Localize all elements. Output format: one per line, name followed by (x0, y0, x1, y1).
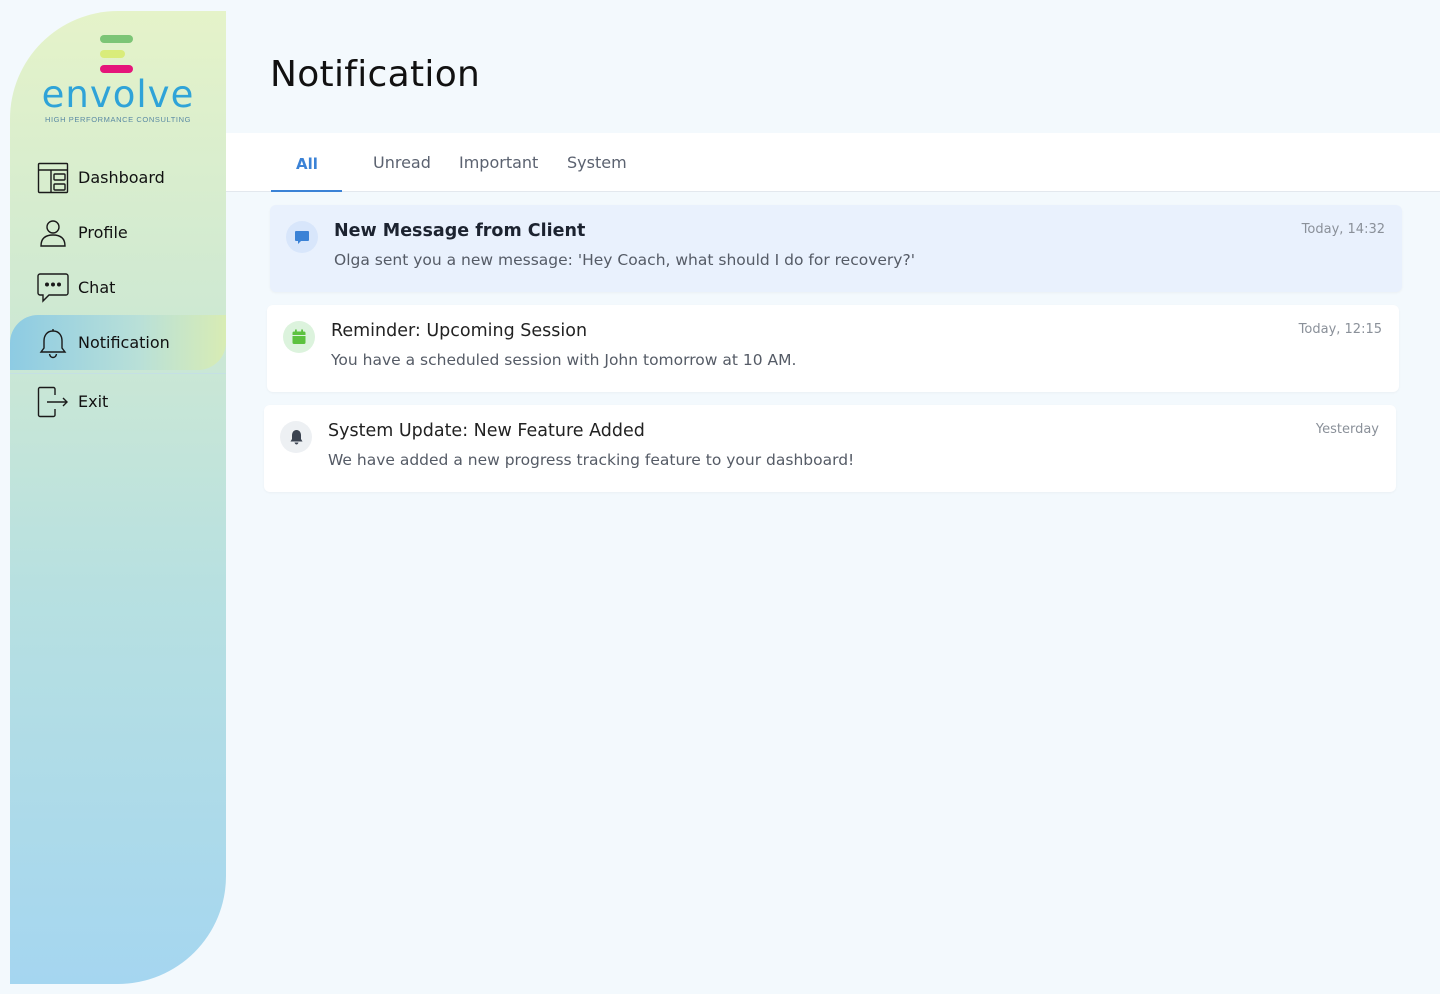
notification-message: We have added a new progress tracking fe… (328, 451, 855, 469)
sidebar-item-profile[interactable]: Profile (10, 205, 226, 260)
sidebar-item-label: Profile (78, 223, 128, 242)
sidebar-item-label: Dashboard (78, 168, 165, 187)
app-root: envolve HIGH PERFORMANCE CONSULTING Dash… (0, 0, 1440, 994)
notification-title: New Message from Client (334, 221, 586, 241)
logo-mark-icon (100, 33, 136, 73)
sidebar-nav: Dashboard Profile Chat Notification Exit (10, 150, 226, 429)
active-tab-indicator (271, 190, 342, 192)
notification-title: System Update: New Feature Added (328, 421, 645, 441)
page-title: Notification (270, 54, 481, 95)
logout-icon (36, 385, 70, 419)
notification-card[interactable]: Reminder: Upcoming Session You have a sc… (267, 305, 1399, 392)
sidebar-item-label: Exit (78, 392, 109, 411)
brand-logo[interactable]: envolve HIGH PERFORMANCE CONSULTING (10, 33, 226, 124)
sidebar-item-label: Chat (78, 278, 116, 297)
chat-bubble-icon (36, 271, 70, 305)
brand-tagline: HIGH PERFORMANCE CONSULTING (44, 115, 192, 124)
sidebar-item-notification[interactable]: Notification (10, 315, 226, 370)
brand-name: envolve (41, 73, 195, 116)
tab-bar: All Unread Important System (226, 133, 1440, 192)
tab-important[interactable]: Important (459, 133, 538, 192)
tab-system[interactable]: System (567, 133, 627, 192)
notification-card[interactable]: New Message from Client Olga sent you a … (270, 205, 1402, 292)
bell-icon (36, 326, 70, 360)
sidebar-item-chat[interactable]: Chat (10, 260, 226, 315)
notification-time: Yesterday (1315, 422, 1379, 437)
notification-time: Today, 12:15 (1298, 322, 1382, 337)
message-icon (286, 221, 318, 253)
dashboard-layout-icon (36, 161, 70, 195)
notification-title: Reminder: Upcoming Session (331, 321, 588, 341)
sidebar-item-exit[interactable]: Exit (10, 374, 226, 429)
notification-message: You have a scheduled session with John t… (331, 351, 797, 369)
sidebar-item-label: Notification (78, 333, 170, 352)
user-icon (36, 216, 70, 250)
tab-unread[interactable]: Unread (373, 133, 431, 192)
sidebar: envolve HIGH PERFORMANCE CONSULTING Dash… (10, 11, 226, 984)
notification-message: Olga sent you a new message: 'Hey Coach,… (334, 251, 915, 269)
notification-time: Today, 14:32 (1301, 222, 1385, 237)
sidebar-item-dashboard[interactable]: Dashboard (10, 150, 226, 205)
bell-icon (280, 421, 312, 453)
notification-card[interactable]: System Update: New Feature Added We have… (264, 405, 1396, 492)
tab-all[interactable]: All (296, 133, 318, 192)
calendar-icon (283, 321, 315, 353)
